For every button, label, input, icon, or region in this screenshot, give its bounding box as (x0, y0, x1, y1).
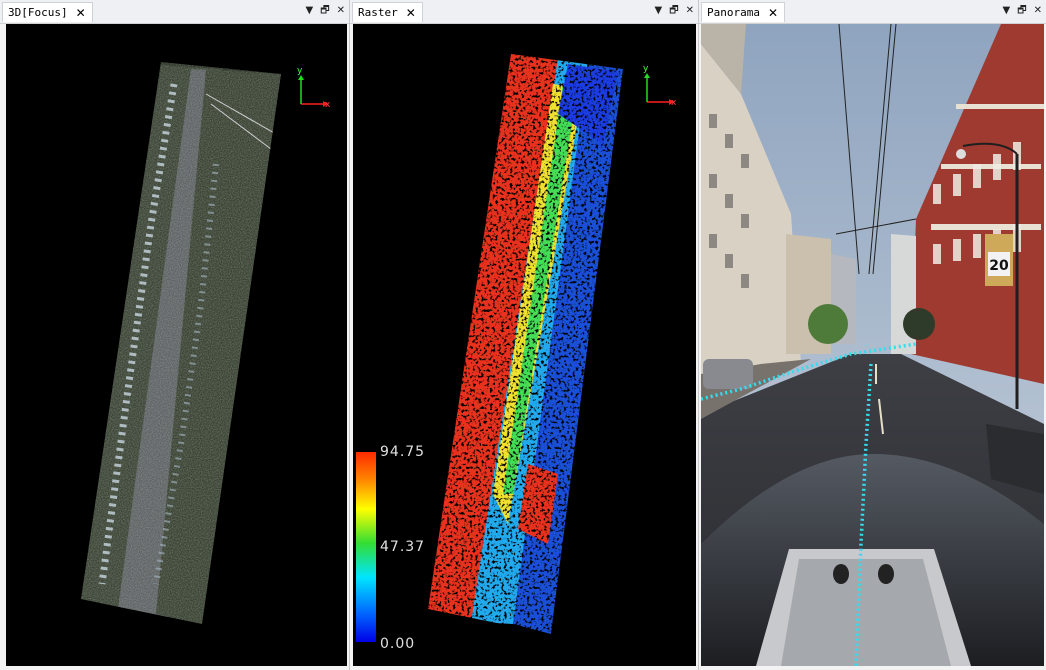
panorama-dropdown-icon[interactable]: ▼ (1003, 4, 1011, 18)
raster-axes: x y (643, 64, 677, 108)
raster-render: x y (428, 54, 677, 634)
focus-dropdown-icon[interactable]: ▼ (306, 4, 314, 18)
focus-close-icon[interactable]: ✕ (337, 4, 345, 18)
raster-close-icon[interactable]: ✕ (686, 4, 694, 18)
street-panorama-image: 20 (701, 24, 1044, 666)
panorama-window-controls: ▼ 🗗 ✕ (1003, 4, 1042, 18)
focus-tab-close-icon[interactable]: ✕ (76, 7, 86, 19)
raster-axis-y-label: y (643, 64, 649, 74)
focus-tabbar: 3D[Focus] ✕ ▼ 🗗 ✕ (0, 0, 349, 24)
focus-tab[interactable]: 3D[Focus] ✕ (2, 2, 93, 22)
raster-tab[interactable]: Raster ✕ (352, 2, 423, 22)
legend-min-label: 0.00 (380, 636, 416, 652)
panorama-close-icon[interactable]: ✕ (1034, 4, 1042, 18)
raster-tabbar: Raster ✕ ▼ 🗗 ✕ (350, 0, 698, 24)
panorama-tab[interactable]: Panorama ✕ (701, 2, 786, 22)
legend-max-label: 94.75 (380, 444, 426, 460)
raster-pane: Raster ✕ ▼ 🗗 ✕ x y 94.75 47.37 0.00 (350, 0, 699, 670)
focus-pane: 3D[Focus] ✕ ▼ 🗗 ✕ x y (0, 0, 350, 670)
panorama-restore-icon[interactable]: 🗗 (1017, 4, 1026, 18)
focus-restore-icon[interactable]: 🗗 (320, 4, 329, 18)
panorama-tab-label: Panorama (707, 6, 760, 19)
point-cloud-render: x y (81, 62, 331, 624)
raster-axis-x-label: x (671, 98, 677, 108)
street-sign-number: 20 (989, 258, 1009, 274)
focus-tab-label: 3D[Focus] (8, 6, 68, 19)
raster-restore-icon[interactable]: 🗗 (669, 4, 678, 18)
point-cloud-viewport[interactable]: x y (6, 24, 347, 666)
raster-tab-close-icon[interactable]: ✕ (406, 7, 416, 19)
raster-dropdown-icon[interactable]: ▼ (655, 4, 663, 18)
legend-mid-label: 47.37 (380, 539, 426, 555)
panorama-viewport[interactable]: 20 (701, 24, 1044, 666)
focus-axis-y-label: y (297, 66, 303, 76)
focus-axes: x y (297, 66, 331, 110)
raster-window-controls: ▼ 🗗 ✕ (655, 4, 694, 18)
raster-viewport[interactable]: x y 94.75 47.37 0.00 (353, 24, 696, 666)
focus-axis-x-label: x (325, 100, 331, 110)
panorama-tab-close-icon[interactable]: ✕ (768, 7, 778, 19)
focus-window-controls: ▼ 🗗 ✕ (306, 4, 345, 18)
raster-color-legend (356, 452, 376, 642)
raster-tab-label: Raster (358, 6, 398, 19)
panorama-tabbar: Panorama ✕ ▼ 🗗 ✕ (699, 0, 1046, 24)
panorama-pane: Panorama ✕ ▼ 🗗 ✕ 20 (699, 0, 1046, 670)
